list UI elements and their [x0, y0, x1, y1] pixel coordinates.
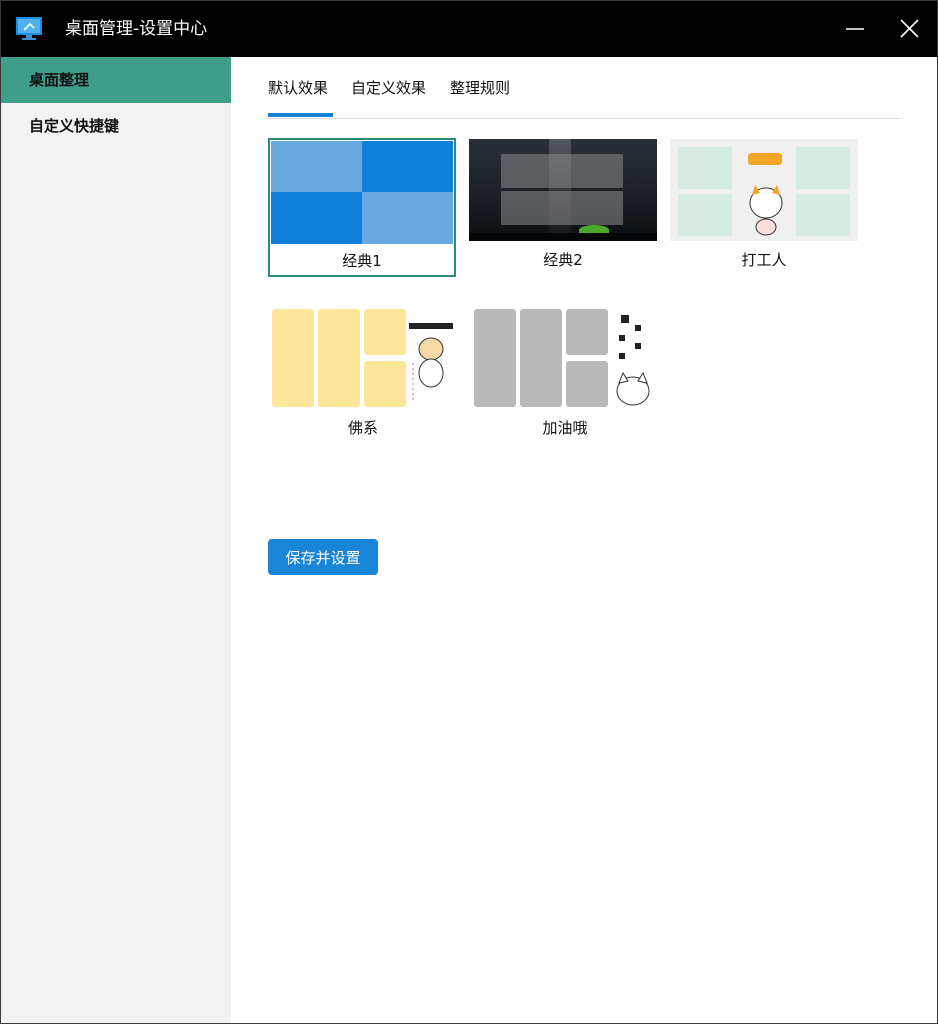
- theme-label: 经典2: [543, 251, 583, 269]
- minimize-button[interactable]: [839, 13, 871, 45]
- minimize-icon: [846, 28, 864, 30]
- tab-custom-effects[interactable]: 自定义效果: [351, 75, 426, 101]
- active-tab-indicator: [268, 113, 333, 117]
- sidebar-item-desktop-organize[interactable]: 桌面整理: [1, 57, 231, 103]
- cat-mascot-icon: [409, 323, 453, 403]
- theme-card-keep-going[interactable]: 加油哦: [471, 305, 659, 442]
- theme-preview-buddhist: [269, 305, 457, 409]
- save-and-apply-button[interactable]: 保存并设置: [268, 539, 378, 575]
- theme-card-worker[interactable]: 打工人: [670, 139, 858, 276]
- settings-window: 桌面管理-设置中心 桌面整理 自定义快捷键 默认效果 自定义效果 整理规则 经典…: [0, 0, 938, 1024]
- theme-preview-worker: [670, 139, 858, 241]
- tab-organize-rules[interactable]: 整理规则: [450, 75, 510, 101]
- tab-default-effects[interactable]: 默认效果: [268, 75, 328, 101]
- theme-card-classic1[interactable]: 经典1: [268, 138, 456, 277]
- close-button[interactable]: [893, 13, 925, 45]
- monitor-icon: [15, 16, 43, 42]
- tab-bar: 默认效果 自定义效果 整理规则: [268, 75, 902, 119]
- sidebar: 桌面整理 自定义快捷键: [1, 57, 231, 1023]
- theme-label: 加油哦: [542, 419, 588, 437]
- theme-label: 经典1: [342, 252, 382, 270]
- window-title: 桌面管理-设置中心: [65, 19, 208, 39]
- main-panel: 默认效果 自定义效果 整理规则 经典1 经典2 打工人 佛系 加油哦 保存并设置: [231, 57, 937, 1023]
- title-bar: 桌面管理-设置中心: [1, 1, 937, 57]
- theme-card-buddhist[interactable]: 佛系: [269, 305, 457, 442]
- cat-mascot-icon: [616, 315, 650, 406]
- theme-preview-classic1: [271, 141, 453, 244]
- theme-card-classic2[interactable]: 经典2: [469, 139, 657, 276]
- cat-mascot-icon: [748, 153, 783, 236]
- sidebar-item-custom-shortcuts[interactable]: 自定义快捷键: [1, 103, 231, 149]
- theme-preview-keep-going: [471, 305, 659, 409]
- theme-label: 打工人: [741, 251, 787, 269]
- theme-preview-classic2: [469, 139, 657, 241]
- theme-label: 佛系: [347, 419, 378, 437]
- close-icon: [900, 19, 919, 38]
